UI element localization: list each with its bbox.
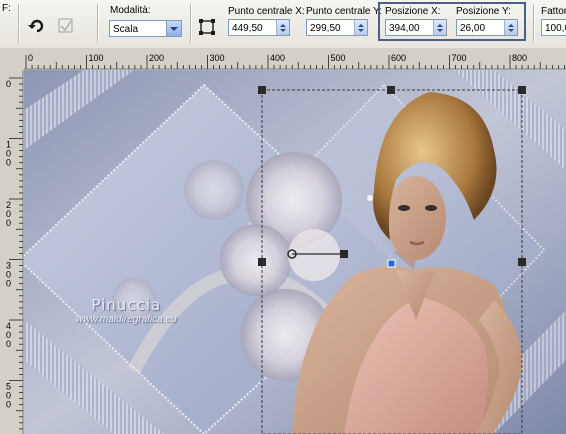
- horizontal-ruler: 0 100 200 300 400 500 600 700 800: [0, 48, 566, 70]
- ruler-label: 100: [6, 140, 11, 168]
- center-x-value: 449,50: [232, 23, 263, 34]
- center-x-label: Punto centrale X:: [228, 6, 305, 17]
- position-x-label: Posizione X:: [385, 6, 441, 17]
- position-y-spinner[interactable]: [504, 20, 517, 35]
- chevron-down-icon[interactable]: [166, 21, 181, 36]
- watermark: Pinuccia www.maidiregrafica.eu: [76, 296, 177, 325]
- separator: [533, 4, 535, 42]
- artwork: [24, 70, 566, 434]
- mode-select[interactable]: Scala: [109, 20, 182, 37]
- ruler-label: 500: [331, 53, 346, 63]
- ruler-label: 400: [270, 53, 285, 63]
- separator: [97, 4, 99, 42]
- position-y-value: 26,00: [460, 23, 486, 34]
- ruler-label: 200: [6, 200, 11, 228]
- ruler-label: 800: [512, 53, 527, 63]
- watermark-url: www.maidiregrafica.eu: [76, 314, 177, 325]
- ruler-label: 400: [6, 321, 11, 349]
- ruler-label: 300: [210, 53, 225, 63]
- ruler-label: 200: [149, 53, 164, 63]
- separator: [18, 4, 20, 42]
- vertical-ruler: 0 100 200 300 400 500: [0, 70, 24, 434]
- image-canvas[interactable]: Pinuccia www.maidiregrafica.eu: [24, 70, 566, 434]
- ruler-label: 300: [6, 261, 11, 289]
- rotate-arrow-icon[interactable]: [27, 16, 47, 36]
- ruler-label: 100: [89, 53, 104, 63]
- center-y-label: Punto centrale Y:: [306, 6, 382, 17]
- tool-options-bar: F: Modalità: Scala Punto centrale X: 449…: [0, 0, 566, 49]
- ruler-label: 600: [391, 53, 406, 63]
- center-x-input[interactable]: 449,50: [228, 19, 290, 36]
- center-y-spinner[interactable]: [354, 20, 367, 35]
- center-y-value: 299,50: [310, 23, 341, 34]
- ruler-label: 500: [6, 382, 11, 410]
- position-y-label: Posizione Y:: [456, 6, 511, 17]
- mode-select-value: Scala: [113, 24, 139, 35]
- modalita-label: Modalità:: [110, 5, 151, 16]
- select-frame-icon[interactable]: [198, 18, 218, 38]
- position-y-input[interactable]: 26,00: [456, 19, 518, 36]
- apply-transform-icon[interactable]: [56, 16, 76, 36]
- ruler-label: 0: [28, 53, 33, 63]
- center-x-spinner[interactable]: [276, 20, 289, 35]
- ruler-label: 700: [452, 53, 467, 63]
- vertical-ruler-ticks: 0 1 0 0 2 0 0 3 0 0 4 0 0 5 0 0: [6, 70, 24, 434]
- separator: [190, 4, 192, 42]
- partial-label: F:: [2, 3, 11, 14]
- scale-factor-value: 100,0: [545, 23, 566, 34]
- position-x-spinner[interactable]: [433, 20, 446, 35]
- position-x-value: 394,00: [389, 23, 420, 34]
- horizontal-ruler-ticks: 0 100 200 300 400 500 600 700 800: [24, 53, 566, 70]
- position-x-input[interactable]: 394,00: [385, 19, 447, 36]
- ruler-label: 0: [6, 79, 11, 89]
- scale-factor-label: Fattor: [541, 6, 566, 17]
- scale-factor-input[interactable]: 100,0: [541, 19, 566, 36]
- center-y-input[interactable]: 299,50: [306, 19, 368, 36]
- watermark-name: Pinuccia: [91, 296, 162, 314]
